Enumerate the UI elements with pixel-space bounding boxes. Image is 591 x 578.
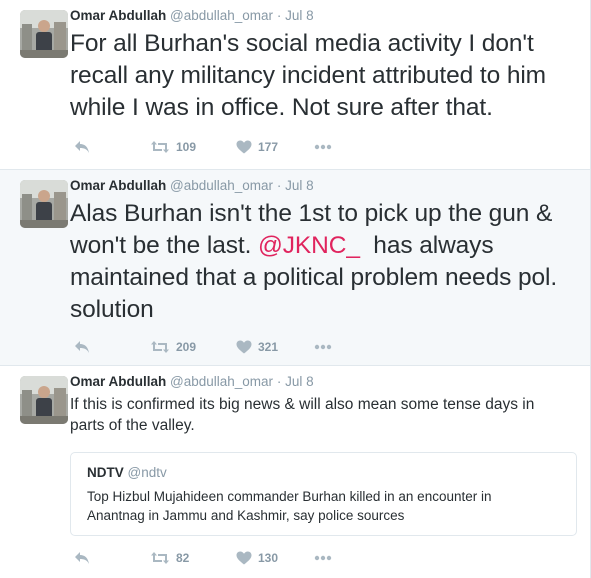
timestamp[interactable]: Jul 8 [285, 374, 314, 389]
reply-button[interactable] [74, 337, 90, 357]
tweet-text: For all Burhan's social media activity I… [70, 30, 546, 121]
mention-link[interactable]: @JKNC_ [258, 232, 360, 259]
like-count: 177 [258, 140, 279, 154]
more-button[interactable] [314, 137, 332, 157]
quoted-tweet-card[interactable]: NDTV @ndtv Top Hizbul Mujahideen command… [70, 452, 577, 536]
quoted-author-handle: @ndtv [127, 465, 167, 480]
like-count: 130 [258, 551, 279, 565]
more-icon [314, 144, 332, 150]
separator: · [276, 178, 282, 193]
tweet-header: Omar Abdullah @abdullah_omar · Jul 8 [70, 374, 314, 389]
author-handle[interactable]: @abdullah_omar [170, 178, 273, 193]
more-icon [314, 344, 332, 350]
retweet-icon [151, 341, 169, 353]
retweet-count: 109 [176, 140, 197, 154]
reply-button[interactable] [74, 548, 90, 568]
tweet[interactable]: Omar Abdullah @abdullah_omar · Jul 8 If … [0, 366, 590, 578]
like-button[interactable]: 130 [236, 548, 278, 568]
reply-icon [75, 141, 89, 153]
timestamp[interactable]: Jul 8 [285, 178, 314, 193]
like-button[interactable]: 177 [236, 137, 278, 157]
retweet-icon [151, 552, 169, 564]
quoted-tweet-header: NDTV @ndtv [87, 465, 167, 480]
retweet-count: 82 [176, 551, 190, 565]
tweet-text: Alas Burhan isn't the 1st to pick up the… [70, 198, 585, 326]
retweet-count: 209 [176, 340, 197, 354]
retweet-button[interactable]: 109 [150, 137, 196, 157]
separator: · [276, 8, 282, 23]
author-handle[interactable]: @abdullah_omar [170, 8, 273, 23]
more-button[interactable] [314, 548, 332, 568]
retweet-button[interactable]: 82 [150, 548, 189, 568]
author-name[interactable]: Omar Abdullah [70, 8, 166, 23]
reply-button[interactable] [74, 137, 90, 157]
tweet[interactable]: Omar Abdullah @abdullah_omar · Jul 8 Ala… [0, 170, 590, 366]
tweet-header: Omar Abdullah @abdullah_omar · Jul 8 [70, 8, 314, 23]
separator: · [276, 374, 282, 389]
author-name[interactable]: Omar Abdullah [70, 178, 166, 193]
avatar[interactable] [20, 10, 68, 58]
reply-icon [75, 341, 89, 353]
avatar[interactable] [20, 376, 68, 424]
more-button[interactable] [314, 337, 332, 357]
more-icon [314, 555, 332, 561]
tweet-timeline: Omar Abdullah @abdullah_omar · Jul 8 For… [0, 0, 591, 578]
heart-icon [236, 140, 252, 154]
heart-icon [236, 551, 252, 565]
reply-icon [75, 552, 89, 564]
author-name[interactable]: Omar Abdullah [70, 374, 166, 389]
tweet-text: If this is confirmed its big news & will… [70, 396, 535, 434]
heart-icon [236, 340, 252, 354]
like-count: 321 [258, 340, 279, 354]
retweet-icon [151, 141, 169, 153]
author-handle[interactable]: @abdullah_omar [170, 374, 273, 389]
tweet-header: Omar Abdullah @abdullah_omar · Jul 8 [70, 178, 314, 193]
quoted-tweet-text: Top Hizbul Mujahideen commander Burhan k… [87, 489, 492, 523]
like-button[interactable]: 321 [236, 337, 278, 357]
retweet-button[interactable]: 209 [150, 337, 196, 357]
quoted-author-name: NDTV [87, 465, 124, 480]
timestamp[interactable]: Jul 8 [285, 8, 314, 23]
avatar[interactable] [20, 180, 68, 228]
tweet[interactable]: Omar Abdullah @abdullah_omar · Jul 8 For… [0, 0, 590, 170]
